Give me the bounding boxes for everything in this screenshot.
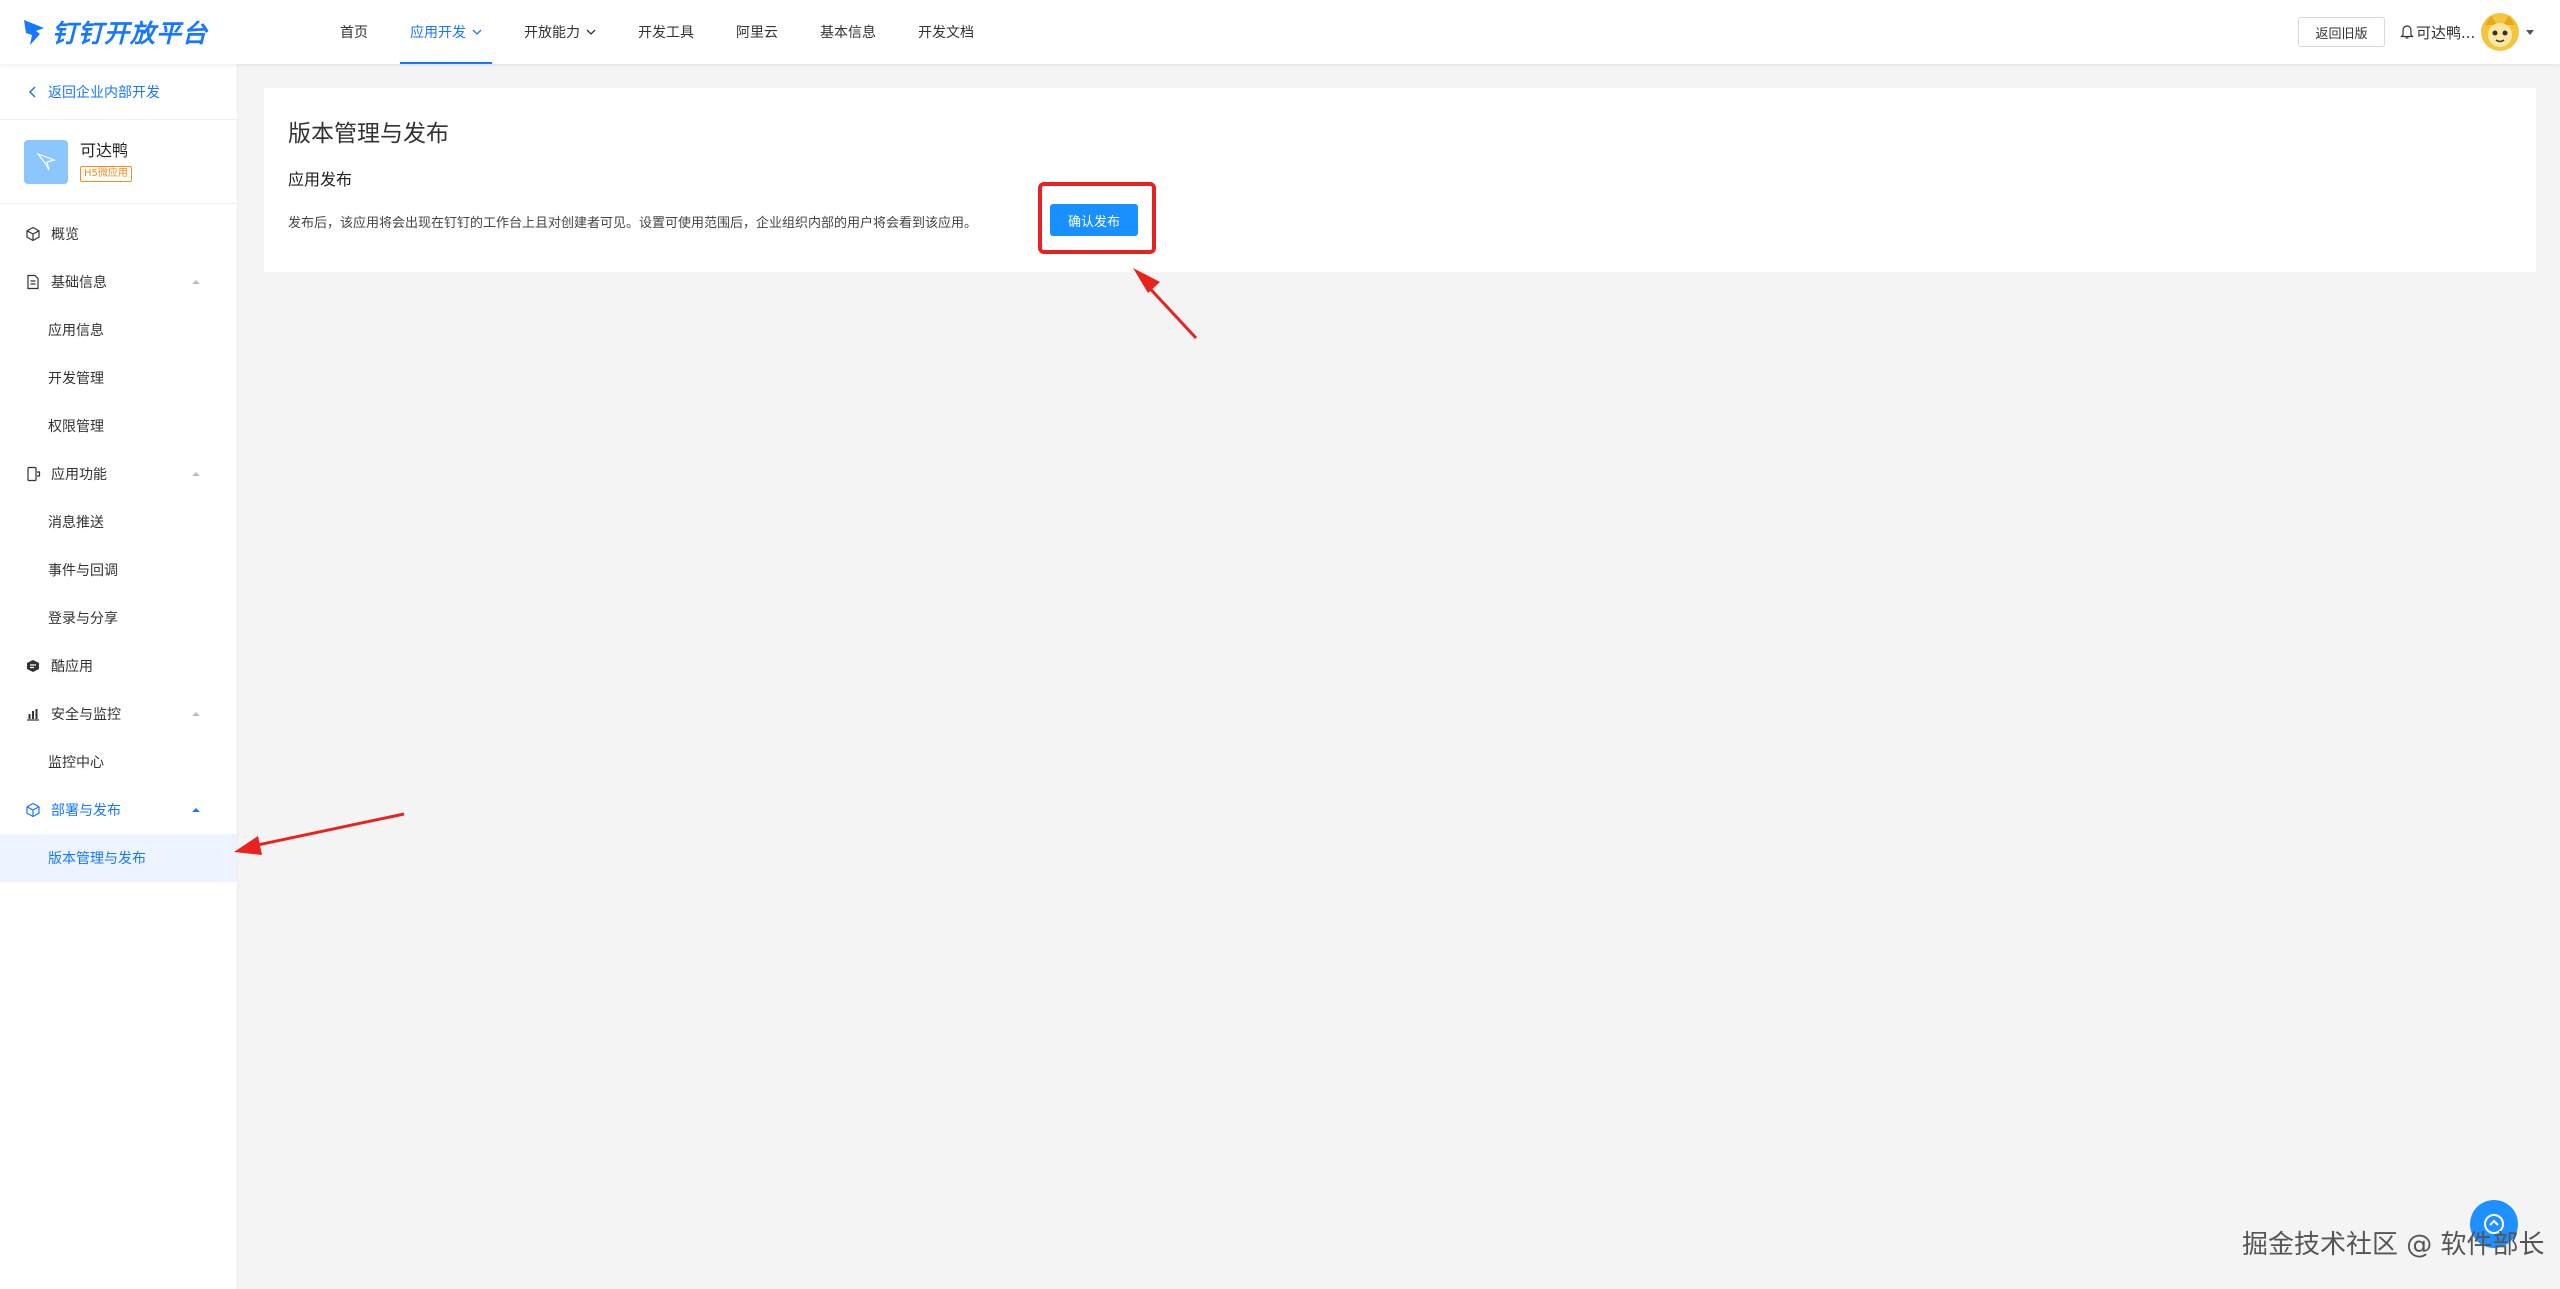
watermark: 掘金技术社区 @ 软件部长 bbox=[2242, 1230, 2545, 1260]
back-link-label: 返回企业内部开发 bbox=[48, 84, 160, 101]
sidebar-item-label: 基础信息 bbox=[51, 275, 107, 291]
avatar-image-icon bbox=[2481, 13, 2520, 51]
sidebar-item-overview[interactable]: 概览 bbox=[0, 210, 237, 258]
page-title: 版本管理与发布 bbox=[288, 121, 449, 147]
caret-down-icon bbox=[2526, 30, 2535, 35]
nav-label: 开发文档 bbox=[918, 25, 974, 41]
sidebar-item-version-publish[interactable]: 版本管理与发布 bbox=[0, 834, 237, 882]
caret-up-icon bbox=[192, 280, 200, 284]
sidebar-group-deploy-publish[interactable]: 部署与发布 bbox=[0, 786, 237, 834]
version-publish-card: 版本管理与发布 应用发布 发布后，该应用将会出现在钉钉的工作台上且对创建者可见。… bbox=[264, 88, 2536, 272]
sidebar-item-label: 应用信息 bbox=[48, 323, 104, 339]
nav-item-home[interactable]: 首页 bbox=[330, 0, 378, 64]
nav-label: 阿里云 bbox=[736, 25, 778, 41]
sidebar-group-basic-info[interactable]: 基础信息 bbox=[0, 258, 237, 306]
nav-label: 基本信息 bbox=[820, 25, 876, 41]
sidebar-item-events-callbacks[interactable]: 事件与回调 bbox=[0, 546, 237, 594]
sidebar-item-label: 概览 bbox=[51, 227, 79, 243]
nav-label: 开放能力 bbox=[524, 25, 580, 41]
sidebar-item-app-info[interactable]: 应用信息 bbox=[0, 306, 237, 354]
sidebar-item-label: 版本管理与发布 bbox=[48, 851, 146, 867]
nav-label: 开发工具 bbox=[638, 25, 694, 41]
sidebar-item-label: 权限管理 bbox=[48, 419, 104, 435]
nav-label: 首页 bbox=[340, 25, 368, 41]
section-title: 应用发布 bbox=[288, 170, 353, 189]
sidebar-item-label: 监控中心 bbox=[48, 755, 104, 771]
nav-item-basic-info[interactable]: 基本信息 bbox=[810, 0, 886, 64]
caret-up-icon bbox=[192, 712, 200, 716]
sidebar-item-label: 酷应用 bbox=[51, 659, 93, 675]
confirm-publish-button[interactable]: 确认发布 bbox=[1050, 204, 1138, 236]
cube-icon bbox=[26, 226, 40, 242]
caret-up-icon bbox=[192, 808, 200, 812]
nav-item-app-dev[interactable]: 应用开发 bbox=[400, 0, 492, 64]
bell-icon[interactable] bbox=[2400, 24, 2414, 40]
main-nav: 首页 应用开发 开放能力 开发工具 阿里云 基本信息 开发文档 bbox=[330, 0, 1006, 64]
sidebar: 返回企业内部开发 可达鸭 H5微应用 概览 基础信息 应用信息 开发管理 权限管… bbox=[0, 64, 238, 1289]
app-name: 可达鸭 bbox=[80, 141, 129, 160]
top-navigation-bar: 钉钉开放平台 首页 应用开发 开放能力 开发工具 阿里云 基本信息 开发文档 返… bbox=[0, 0, 2560, 64]
sidebar-group-app-features[interactable]: 应用功能 bbox=[0, 450, 237, 498]
chevron-left-icon bbox=[28, 85, 36, 98]
back-to-internal-dev-link[interactable]: 返回企业内部开发 bbox=[0, 64, 237, 120]
sidebar-menu: 概览 基础信息 应用信息 开发管理 权限管理 应用功能 消息推送 事件与回调 登… bbox=[0, 204, 237, 882]
arrow-to-publish-button bbox=[1133, 268, 1198, 340]
sidebar-item-login-share[interactable]: 登录与分享 bbox=[0, 594, 237, 642]
avatar[interactable] bbox=[2481, 13, 2520, 51]
app-placeholder-icon bbox=[36, 152, 56, 170]
nav-item-dev-tools[interactable]: 开发工具 bbox=[628, 0, 704, 64]
nav-item-open-capability[interactable]: 开放能力 bbox=[514, 0, 606, 64]
arrow-to-sidebar-item bbox=[234, 812, 405, 855]
app-info-card: 可达鸭 H5微应用 bbox=[0, 120, 237, 204]
caret-up-icon bbox=[192, 472, 200, 476]
sidebar-group-security-monitoring[interactable]: 安全与监控 bbox=[0, 690, 237, 738]
platform-name: 钉钉开放平台 bbox=[52, 19, 209, 48]
sidebar-item-label: 事件与回调 bbox=[48, 563, 118, 579]
chevron-down-icon bbox=[586, 29, 596, 35]
publish-description: 发布后，该应用将会出现在钉钉的工作台上且对创建者可见。设置可使用范围后，企业组织… bbox=[288, 216, 978, 231]
dingtalk-logo-icon bbox=[24, 20, 44, 45]
sidebar-item-label: 登录与分享 bbox=[48, 611, 118, 627]
phone-icon bbox=[27, 466, 41, 482]
sidebar-item-monitoring-center[interactable]: 监控中心 bbox=[0, 738, 237, 786]
sidebar-item-label: 应用功能 bbox=[51, 467, 107, 483]
bar-chart-icon bbox=[27, 709, 39, 721]
app-icon bbox=[24, 139, 68, 184]
document-icon bbox=[27, 274, 39, 290]
nav-label: 应用开发 bbox=[410, 25, 466, 41]
sidebar-item-label: 部署与发布 bbox=[51, 803, 121, 819]
return-old-version-button[interactable]: 返回旧版 bbox=[2298, 17, 2385, 47]
user-menu[interactable]: 可达鸭... bbox=[2400, 12, 2535, 52]
sidebar-item-label: 安全与监控 bbox=[51, 707, 121, 723]
sidebar-item-cool-app[interactable]: 酷应用 bbox=[0, 642, 237, 690]
user-name: 可达鸭... bbox=[2416, 23, 2476, 42]
app-type-badge: H5微应用 bbox=[80, 166, 132, 182]
sidebar-item-dev-management[interactable]: 开发管理 bbox=[0, 354, 237, 402]
platform-logo[interactable]: 钉钉开放平台 bbox=[22, 16, 208, 48]
sidebar-item-message-push[interactable]: 消息推送 bbox=[0, 498, 237, 546]
sidebar-item-label: 消息推送 bbox=[48, 515, 104, 531]
cool-app-icon bbox=[27, 660, 39, 672]
sidebar-item-label: 开发管理 bbox=[48, 371, 104, 387]
nav-item-aliyun[interactable]: 阿里云 bbox=[726, 0, 788, 64]
chevron-down-icon bbox=[472, 29, 482, 35]
sidebar-item-permissions[interactable]: 权限管理 bbox=[0, 402, 237, 450]
nav-item-dev-docs[interactable]: 开发文档 bbox=[908, 0, 984, 64]
deploy-icon bbox=[26, 802, 40, 818]
